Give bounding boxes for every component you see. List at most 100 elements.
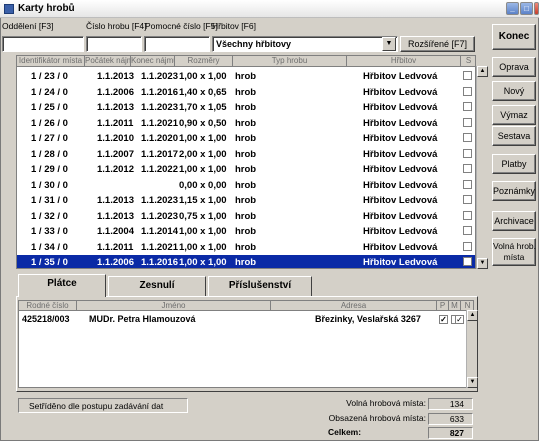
col-header-start[interactable]: Počátek nájmu <box>85 56 131 67</box>
archive-button[interactable]: Archivace <box>492 211 536 231</box>
payer-table[interactable]: Rodné číslo Jméno Adresa P M N 425218/00… <box>18 300 474 388</box>
table-row[interactable]: 1 / 27 / 0 1.1.2010 1.1.2020 1,00 x 1,00 hro… <box>17 131 475 146</box>
table-scrollbar[interactable]: ▲ ▼ <box>476 66 488 269</box>
cell-size: 1,00 x 1,00 <box>179 133 227 144</box>
col-header-cemetery[interactable]: Hřbitov <box>347 56 461 67</box>
table-row[interactable]: 1 / 29 / 0 1.1.2012 1.1.2022 1,00 x 1,00 hro… <box>17 162 475 177</box>
row-s-checkbox[interactable] <box>463 257 472 266</box>
cell-size: 1,00 x 1,00 <box>179 257 227 268</box>
cell-id: 1 / 24 / 0 <box>31 86 68 98</box>
payer-scroll-up-icon[interactable]: ▲ <box>467 310 478 321</box>
tab-payer[interactable]: Plátce <box>18 274 106 297</box>
filter-label-department: Oddělení [F3] <box>2 21 54 31</box>
payer-col-birth-number[interactable]: Rodné číslo <box>19 301 77 311</box>
cell-type: hrob <box>235 164 257 175</box>
table-row[interactable]: 1 / 32 / 0 1.1.2013 1.1.2023 0,75 x 1,00 hro… <box>17 209 475 224</box>
row-s-checkbox[interactable] <box>463 164 472 173</box>
grave-number-input[interactable] <box>86 36 142 52</box>
notes-button[interactable]: Poznámky <box>492 181 536 201</box>
cell-id: 1 / 31 / 0 <box>31 195 68 206</box>
maximize-button[interactable]: □ <box>520 2 533 15</box>
cell-cemetery: Hřbitov Ledvová <box>363 241 438 253</box>
cell-type: hrob <box>235 86 257 98</box>
window-title: Karty hrobů <box>18 3 75 14</box>
row-s-checkbox[interactable] <box>463 117 472 127</box>
payer-scroll-down-icon[interactable]: ▼ <box>467 377 478 388</box>
cell-size: 2,00 x 1,00 <box>179 148 227 160</box>
row-s-checkbox[interactable] <box>463 241 472 251</box>
cemetery-dropdown-icon[interactable]: ▼ <box>382 37 396 51</box>
row-s-checkbox[interactable] <box>463 179 472 189</box>
cell-end: 1.1.2023 <box>141 71 178 82</box>
department-input[interactable] <box>2 36 84 52</box>
table-row[interactable]: 1 / 34 / 0 1.1.2011 1.1.2021 1,00 x 1,00 hro… <box>17 240 475 255</box>
free-places-button[interactable]: Volná hrob. místa <box>492 238 536 266</box>
new-button[interactable]: Nový <box>492 81 536 101</box>
payer-row[interactable]: 425218/003 MUDr. Petra Hlamouzová Březin… <box>19 313 460 326</box>
cell-size: 1,40 x 0,65 <box>179 86 227 98</box>
total-value: 827 <box>428 427 473 439</box>
col-header-end[interactable]: Konec nájmu <box>131 56 175 67</box>
cell-size: 1,70 x 1,05 <box>179 102 227 113</box>
cell-end: 1.1.2020 <box>141 133 178 144</box>
aux-number-input[interactable] <box>144 36 210 52</box>
payer-col-address[interactable]: Adresa <box>271 301 437 311</box>
payer-col-p[interactable]: P <box>437 301 449 311</box>
cell-id: 1 / 25 / 0 <box>31 102 68 113</box>
table-row[interactable]: 1 / 24 / 0 1.1.2006 1.1.2016 1,40 x 0,65 hro… <box>17 85 475 100</box>
cell-type: hrob <box>235 210 257 222</box>
payer-p-checkbox[interactable]: ✓ <box>439 315 448 324</box>
payer-scrollbar[interactable]: ▲ ▼ <box>466 310 478 388</box>
cell-type: hrob <box>235 133 257 144</box>
table-row[interactable]: 1 / 33 / 0 1.1.2004 1.1.2014 1,00 x 1,00 hro… <box>17 224 475 239</box>
col-header-s[interactable]: S <box>461 56 475 67</box>
cell-start: 1.1.2013 <box>97 195 134 206</box>
cemetery-select[interactable]: Všechny hřbitovy <box>212 36 398 52</box>
row-s-checkbox[interactable] <box>463 102 472 111</box>
row-s-checkbox[interactable] <box>463 133 472 142</box>
graves-table[interactable]: Identifikátor místa Počátek nájmu Konec … <box>16 55 476 269</box>
cell-type: hrob <box>235 226 257 237</box>
col-header-size[interactable]: Rozměry <box>175 56 233 67</box>
table-row[interactable]: 1 / 28 / 0 1.1.2007 1.1.2017 2,00 x 1,00 hro… <box>17 147 475 162</box>
table-row[interactable]: 1 / 30 / 0 0,00 x 0,00 hrob Hřbitov Ledvová <box>17 178 475 193</box>
table-row[interactable]: 1 / 35 / 0 1.1.2006 1.1.2016 1,00 x 1,00 hro… <box>17 255 475 268</box>
cell-start: 1.1.2011 <box>97 241 134 253</box>
col-header-id[interactable]: Identifikátor místa <box>17 56 85 67</box>
table-row[interactable]: 1 / 25 / 0 1.1.2013 1.1.2023 1,70 x 1,05 hro… <box>17 100 475 115</box>
row-s-checkbox[interactable] <box>463 210 472 220</box>
row-s-checkbox[interactable] <box>463 71 472 80</box>
scroll-up-arrow-icon[interactable]: ▲ <box>477 66 488 77</box>
cell-size: 0,90 x 0,50 <box>179 117 227 129</box>
payer-n-checkbox[interactable]: ✓ <box>455 315 464 324</box>
payments-button[interactable]: Platby <box>492 154 536 174</box>
col-header-type[interactable]: Typ hrobu <box>233 56 347 67</box>
edit-button[interactable]: Oprava <box>492 57 536 77</box>
table-row[interactable]: 1 / 31 / 0 1.1.2013 1.1.2023 1,15 x 1,00 hro… <box>17 193 475 208</box>
payer-col-m[interactable]: M <box>449 301 461 311</box>
scroll-down-arrow-icon[interactable]: ▼ <box>477 258 488 269</box>
tab-deceased[interactable]: Zesnulí <box>108 276 206 296</box>
filter-label-aux-number: Pomocné číslo [F5] <box>145 21 218 31</box>
row-s-checkbox[interactable] <box>463 148 472 158</box>
delete-button[interactable]: Výmaz <box>492 105 536 125</box>
app-icon <box>4 4 14 14</box>
row-s-checkbox[interactable] <box>463 195 472 204</box>
row-s-checkbox[interactable] <box>463 226 472 235</box>
minimize-button[interactable]: _ <box>506 2 519 15</box>
table-row[interactable]: 1 / 26 / 0 1.1.2011 1.1.2021 0,90 x 0,50 hro… <box>17 116 475 131</box>
cell-id: 1 / 27 / 0 <box>31 133 68 144</box>
cell-cemetery: Hřbitov Ledvová <box>363 71 438 82</box>
row-s-checkbox[interactable] <box>463 86 472 96</box>
payer-col-name[interactable]: Jméno <box>77 301 271 311</box>
advanced-filter-button[interactable]: Rozšířené [F7] <box>400 36 475 52</box>
payer-address: Březinky, Veslařská 3267 <box>315 314 421 324</box>
cell-id: 1 / 23 / 0 <box>31 71 68 82</box>
end-button[interactable]: Konec <box>492 24 536 50</box>
close-button[interactable] <box>534 2 539 15</box>
cell-cemetery: Hřbitov Ledvová <box>363 210 438 222</box>
report-button[interactable]: Sestava <box>492 126 536 146</box>
tab-accessories[interactable]: Příslušenství <box>208 276 312 296</box>
table-row[interactable]: 1 / 23 / 0 1.1.2013 1.1.2023 1,00 x 1,00 hro… <box>17 69 475 84</box>
cell-end: 1.1.2021 <box>141 241 178 253</box>
